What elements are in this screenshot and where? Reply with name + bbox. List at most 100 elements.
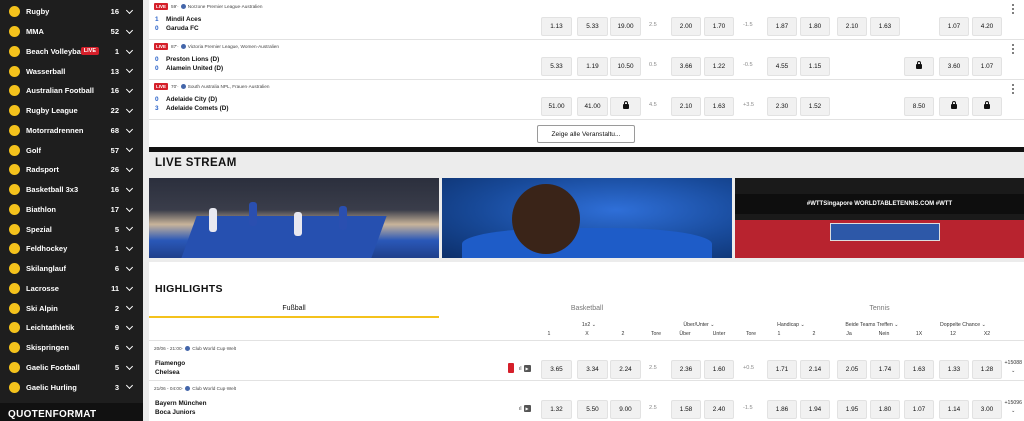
league-name: Norzone Premier League	[187, 4, 241, 9]
header-1x2[interactable]: 1x2 ⌄	[564, 322, 614, 328]
live-badge: LIVE	[154, 83, 169, 90]
stats-icon[interactable]: ıl ▶	[519, 365, 531, 372]
odds-button[interactable]: 5.33	[541, 57, 572, 76]
more-markets-link[interactable]: +15088 ⌄	[1005, 359, 1022, 375]
team-away: 0 Alamein United (D)	[155, 65, 223, 72]
header-both-teams-score[interactable]: Beide Teams Treffen ⌄	[833, 322, 911, 328]
odds-button[interactable]: 1.63	[870, 17, 900, 36]
odds-button[interactable]: 5.50	[577, 400, 608, 419]
odds-button[interactable]: 19.00	[610, 17, 641, 36]
odds-button[interactable]: 2.14	[800, 360, 830, 379]
live-match-row[interactable]: LIVE 70' · South Australia NPL, Frauen · …	[149, 80, 1024, 120]
odds-button[interactable]: 1.22	[704, 57, 734, 76]
header-handicap[interactable]: Handicap ⌄	[761, 322, 821, 328]
sidebar-item[interactable]: Skilanglauf 6	[0, 259, 143, 279]
tab-fussball[interactable]: Fußball	[149, 302, 439, 318]
odds-button[interactable]: 8.50	[904, 97, 934, 116]
odds-button[interactable]: 1.95	[837, 400, 867, 419]
odds-button[interactable]: 1.70	[704, 17, 734, 36]
sidebar-item[interactable]: Lacrosse 11	[0, 279, 143, 299]
odds-button[interactable]: 2.10	[671, 97, 701, 116]
odds-button[interactable]: 2.30	[767, 97, 797, 116]
odds-button[interactable]: 1.80	[800, 17, 830, 36]
odds-button[interactable]: 3.66	[671, 57, 701, 76]
odds-button[interactable]: 2.40	[704, 400, 734, 419]
more-options-icon[interactable]	[1012, 84, 1014, 94]
stats-icon[interactable]: ıl ▶	[519, 405, 531, 412]
odds-button[interactable]: 2.00	[671, 17, 701, 36]
odds-button[interactable]: 9.00	[610, 400, 641, 419]
odds-button[interactable]: 2.05	[837, 360, 867, 379]
highlight-match-row[interactable]: 21/06 - 04:00 · Club World Cup · Welt Bay…	[149, 380, 1024, 420]
odds-button[interactable]: 2.24	[610, 360, 641, 379]
sidebar-item[interactable]: Basketball 3x3 16	[0, 180, 143, 200]
odds-button[interactable]: 1.60	[704, 360, 734, 379]
odds-button[interactable]: 4.20	[972, 17, 1002, 36]
show-all-events-button[interactable]: Zeige alle Veranstaltu...	[537, 125, 635, 143]
tab-basketball[interactable]: Basketball	[442, 302, 732, 318]
soccer-stream-tile[interactable]	[442, 178, 732, 258]
highlight-match-row[interactable]: 20/06 - 21:00 · Club World Cup · Welt Fla…	[149, 340, 1024, 380]
odds-button[interactable]: 1.71	[767, 360, 797, 379]
odds-button[interactable]: 1.74	[870, 360, 900, 379]
live-match-row[interactable]: LIVE 59' · Norzone Premier League · Austr…	[149, 0, 1024, 40]
odds-button[interactable]: 1.80	[870, 400, 900, 419]
odds-button[interactable]: 4.55	[767, 57, 797, 76]
sidebar-item[interactable]: Skispringen 6	[0, 338, 143, 358]
sidebar-item[interactable]: Biathlon 17	[0, 200, 143, 220]
sidebar-item[interactable]: Beach Volleyball LIVE 1	[0, 42, 143, 62]
odds-button[interactable]: 1.63	[704, 97, 734, 116]
more-markets-link[interactable]: +15096 ⌄	[1005, 399, 1022, 415]
sidebar-item[interactable]: Radsport 26	[0, 160, 143, 180]
tab-tennis[interactable]: Tennis	[735, 302, 1024, 318]
odds-button[interactable]: 1.52	[800, 97, 830, 116]
odds-button[interactable]: 1.07	[972, 57, 1002, 76]
header-over-under[interactable]: Über/Unter ⌄	[667, 322, 731, 328]
odds-button[interactable]: 51.00	[541, 97, 572, 116]
odds-button[interactable]: 1.94	[800, 400, 830, 419]
sidebar-item[interactable]: Wasserball 13	[0, 61, 143, 81]
sidebar-item[interactable]: Motorradrennen 68	[0, 121, 143, 141]
basketball-stream-tile[interactable]	[149, 178, 439, 258]
sidebar-item[interactable]: MMA 52	[0, 22, 143, 42]
odds-button[interactable]: 1.28	[972, 360, 1002, 379]
odds-button[interactable]: 5.33	[577, 17, 608, 36]
odds-button[interactable]: 1.63	[904, 360, 934, 379]
odds-button[interactable]: 41.00	[577, 97, 608, 116]
odds-button[interactable]: 1.13	[541, 17, 572, 36]
odds-button[interactable]: 1.86	[767, 400, 797, 419]
ski-jumping-icon	[9, 342, 20, 354]
odds-button[interactable]: 1.07	[904, 400, 934, 419]
table-tennis-stream-tile[interactable]: #WTTSingapore WORLDTABLETENNIS.COM #WTT	[735, 178, 1024, 258]
odds-button[interactable]: 3.65	[541, 360, 572, 379]
header-col: 2	[812, 331, 816, 337]
odds-button[interactable]: 1.33	[939, 360, 969, 379]
sidebar-item[interactable]: Feldhockey 1	[0, 239, 143, 259]
sidebar-item[interactable]: Rugby League 22	[0, 101, 143, 121]
odds-button[interactable]: 1.87	[767, 17, 797, 36]
sidebar-item[interactable]: Leichtathletik 9	[0, 318, 143, 338]
odds-button[interactable]: 3.60	[939, 57, 969, 76]
sidebar-item[interactable]: Gaelic Football 5	[0, 358, 143, 378]
odds-button[interactable]: 1.07	[939, 17, 969, 36]
odds-button[interactable]: 2.10	[837, 17, 867, 36]
odds-button[interactable]: 1.32	[541, 400, 572, 419]
odds-button[interactable]: 2.36	[671, 360, 701, 379]
more-options-icon[interactable]	[1012, 44, 1014, 54]
sidebar-item[interactable]: Golf 57	[0, 140, 143, 160]
odds-button[interactable]: 1.19	[577, 57, 608, 76]
more-options-icon[interactable]	[1012, 4, 1014, 14]
sidebar-item[interactable]: Ski Alpin 2	[0, 298, 143, 318]
sidebar-item[interactable]: Spezial 5	[0, 219, 143, 239]
odds-button[interactable]: 3.34	[577, 360, 608, 379]
odds-button[interactable]: 1.14	[939, 400, 969, 419]
live-match-row[interactable]: LIVE 87' · Victoria Premier League, Women…	[149, 40, 1024, 80]
sidebar-item[interactable]: Rugby 16	[0, 2, 143, 22]
odds-button[interactable]: 1.58	[671, 400, 701, 419]
odds-button[interactable]: 1.15	[800, 57, 830, 76]
odds-button[interactable]: 3.00	[972, 400, 1002, 419]
header-double-chance[interactable]: Doppelte Chance ⌄	[924, 322, 1002, 328]
sidebar-item[interactable]: Gaelic Hurling 3	[0, 377, 143, 397]
sidebar-item[interactable]: Australian Football 16	[0, 81, 143, 101]
odds-button[interactable]: 10.50	[610, 57, 641, 76]
